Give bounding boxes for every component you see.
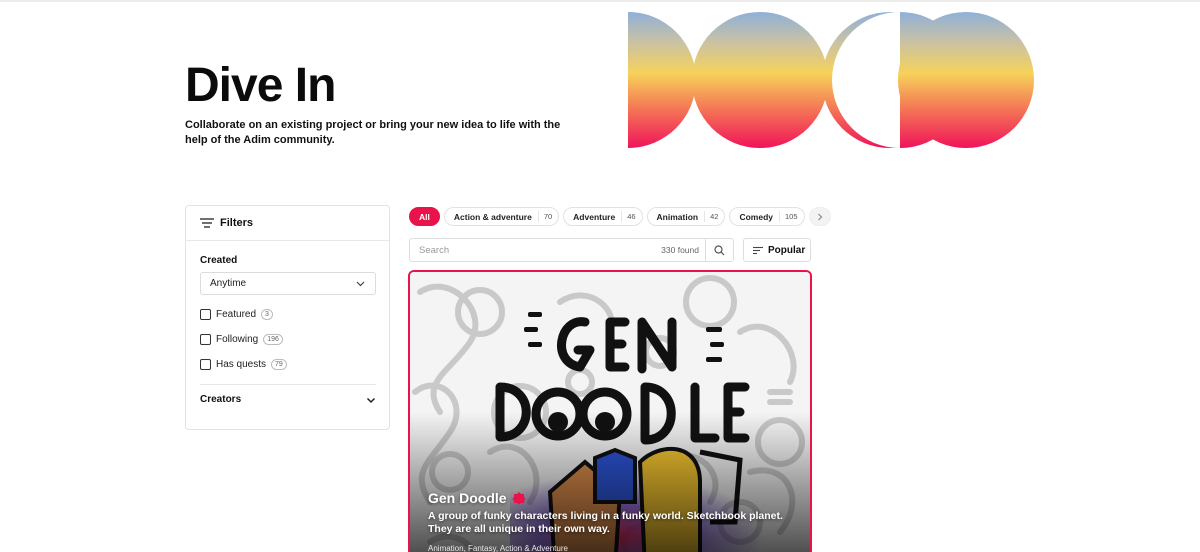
filters-divider [200, 384, 376, 385]
search-input[interactable] [410, 239, 700, 261]
page-subtitle: Collaborate on an existing project or br… [185, 119, 561, 146]
category-chip-adventure[interactable]: Adventure 46 [563, 207, 643, 226]
project-title-row: Gen Doodle [428, 490, 526, 506]
category-chip-label: Comedy [739, 211, 773, 222]
filters-header[interactable]: Filters [186, 206, 389, 241]
featured-filter[interactable]: Featured 3 [200, 309, 273, 320]
search-icon [714, 244, 725, 255]
creators-label: Creators [200, 394, 242, 405]
sort-dropdown[interactable]: Popular [743, 238, 811, 262]
category-chip-comedy[interactable]: Comedy 105 [729, 207, 805, 226]
following-count: 196 [263, 334, 283, 345]
category-chip-label: Animation [656, 211, 699, 222]
category-next-button[interactable] [808, 207, 831, 226]
category-chip-label: Adventure [573, 211, 616, 222]
category-chip-count: 70 [537, 211, 552, 222]
featured-label: Featured [216, 309, 257, 320]
search-bar: 330 found [409, 238, 734, 262]
page-title: Dive In [185, 59, 336, 112]
has-quests-checkbox[interactable] [200, 359, 211, 370]
category-chip-action-adventure[interactable]: Action & adventure 70 [443, 207, 560, 226]
following-label: Following [216, 334, 259, 345]
following-filter[interactable]: Following 196 [200, 334, 283, 345]
project-description: A group of funky characters living in a … [428, 510, 783, 535]
featured-count: 3 [261, 309, 273, 320]
category-chip-count: 105 [779, 211, 798, 222]
category-chip-count: 46 [621, 211, 636, 222]
sort-lines-icon [753, 246, 763, 254]
project-card[interactable]: Gen Doodle A group of funky characters l… [408, 270, 812, 552]
filters-panel: Filters Created Anytime Featured 3 Follo… [185, 205, 390, 430]
category-chip-label: All [419, 211, 430, 222]
filter-lines-icon [200, 218, 214, 228]
created-select-value: Anytime [210, 278, 247, 289]
logo-half-circle-1 [628, 12, 696, 148]
category-tabs: All Action & adventure 70 Adventure 46 A… [409, 207, 831, 227]
chevron-down-icon [356, 281, 365, 287]
category-chip-count: 42 [704, 211, 718, 222]
logo-circle-1 [692, 12, 828, 148]
created-label: Created [200, 255, 238, 266]
category-chip-label: Action & adventure [453, 211, 532, 222]
created-select[interactable]: Anytime [200, 272, 376, 295]
has-quests-filter[interactable]: Has quests 79 [200, 359, 287, 370]
sort-label: Popular [768, 244, 806, 256]
top-divider [0, 0, 1200, 2]
project-title[interactable]: Gen Doodle [428, 490, 507, 506]
badge-icon [512, 492, 526, 505]
category-chip-animation[interactable]: Animation 42 [646, 207, 726, 226]
has-quests-label: Has quests [216, 359, 267, 370]
project-tags: Animation, Fantasy, Action & Adventure [428, 544, 568, 552]
chevron-right-icon [817, 213, 822, 220]
filters-title: Filters [220, 217, 254, 229]
category-chip-all[interactable]: All [409, 207, 440, 226]
results-count: 330 found [661, 245, 699, 255]
search-button[interactable] [705, 239, 733, 261]
chevron-down-icon [366, 397, 376, 403]
following-checkbox[interactable] [200, 334, 211, 345]
creators-toggle[interactable]: Creators [200, 394, 376, 405]
featured-checkbox[interactable] [200, 309, 211, 320]
logo-circle-3 [898, 12, 1034, 148]
has-quests-count: 79 [271, 359, 287, 370]
hero-logo-art [628, 12, 1034, 148]
